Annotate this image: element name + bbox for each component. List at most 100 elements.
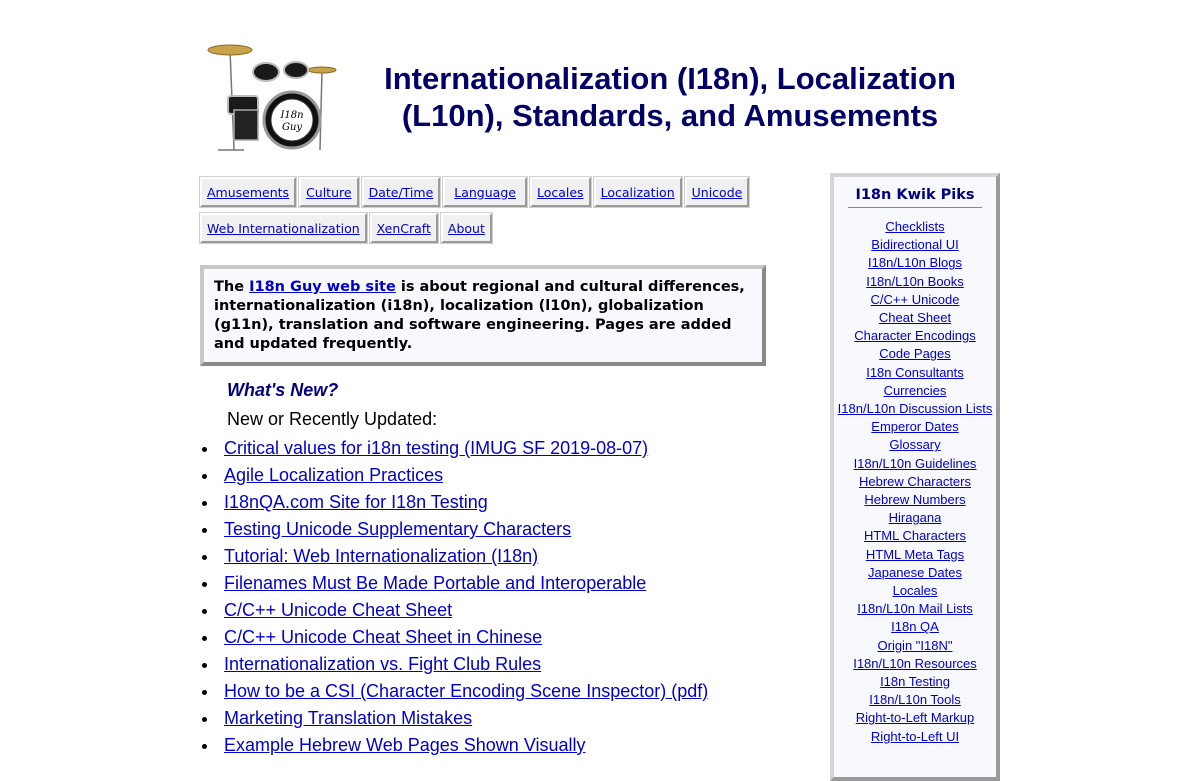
sidebar-item: Right-to-Left Markup bbox=[834, 709, 996, 727]
list-item: I18nQA.com Site for I18n Testing bbox=[202, 490, 708, 517]
sidebar-link[interactable]: I18n QA bbox=[891, 619, 939, 634]
sidebar-link[interactable]: I18n/L10n Resources bbox=[853, 656, 977, 671]
drum-kit-logo[interactable]: I18n Guy bbox=[204, 40, 338, 154]
nav-web-internationalization[interactable]: Web Internationalization bbox=[199, 212, 368, 244]
news-link[interactable]: I18nQA.com Site for I18n Testing bbox=[224, 492, 488, 512]
sidebar-item: HTML Characters bbox=[834, 527, 996, 545]
news-link[interactable]: Filenames Must Be Made Portable and Inte… bbox=[224, 573, 646, 593]
sidebar-link[interactable]: Currencies bbox=[884, 383, 947, 398]
sidebar-link[interactable]: I18n Testing bbox=[880, 674, 950, 689]
bullet-icon bbox=[202, 663, 207, 668]
sidebar-link[interactable]: Character Encodings bbox=[854, 328, 975, 343]
intro-box: The I18n Guy web site is about regional … bbox=[200, 265, 766, 366]
list-item: Internationalization vs. Fight Club Rule… bbox=[202, 652, 708, 679]
list-item: Tutorial: Web Internationalization (I18n… bbox=[202, 544, 708, 571]
bullet-icon bbox=[202, 609, 207, 614]
sidebar-link-list: Checklists Bidirectional UI I18n/L10n Bl… bbox=[834, 218, 996, 746]
sidebar-link[interactable]: I18n/L10n Mail Lists bbox=[857, 601, 973, 616]
nav-amusements[interactable]: Amusements bbox=[198, 176, 298, 208]
sidebar-link[interactable]: Bidirectional UI bbox=[871, 237, 958, 252]
sidebar-link[interactable]: I18n Consultants bbox=[866, 365, 964, 380]
sidebar-title: I18n Kwik Piks bbox=[848, 187, 982, 208]
sidebar-link[interactable]: I18n/L10n Discussion Lists bbox=[838, 401, 993, 416]
sidebar-item: I18n Consultants bbox=[834, 364, 996, 382]
nav-unicode[interactable]: Unicode bbox=[683, 176, 751, 208]
sidebar-link[interactable]: I18n/L10n Books bbox=[866, 274, 964, 289]
page-title: Internationalization (I18n), Localizatio… bbox=[384, 61, 956, 133]
sidebar-item: HTML Meta Tags bbox=[834, 546, 996, 564]
news-link[interactable]: Internationalization vs. Fight Club Rule… bbox=[224, 654, 541, 674]
nav-bar-row-2: Web Internationalization XenCraft About bbox=[199, 212, 493, 244]
svg-text:Guy: Guy bbox=[282, 122, 302, 133]
bullet-icon bbox=[202, 582, 207, 587]
bullet-icon bbox=[202, 744, 207, 749]
news-link[interactable]: Agile Localization Practices bbox=[224, 465, 443, 485]
sidebar-link[interactable]: Hiragana bbox=[889, 510, 942, 525]
nav-about[interactable]: About bbox=[439, 212, 493, 244]
sidebar-item: Bidirectional UI bbox=[834, 236, 996, 254]
sidebar-link[interactable]: I18n/L10n Guidelines bbox=[854, 456, 977, 471]
bullet-icon bbox=[202, 690, 207, 695]
drum-kit-icon: I18n Guy bbox=[207, 44, 337, 151]
news-link[interactable]: Critical values for i18n testing (IMUG S… bbox=[224, 438, 648, 458]
news-link[interactable]: Tutorial: Web Internationalization (I18n… bbox=[224, 546, 538, 566]
news-link[interactable]: Example Hebrew Web Pages Shown Visually bbox=[224, 735, 586, 755]
sidebar-link[interactable]: Hebrew Numbers bbox=[864, 492, 965, 507]
kwik-piks-sidebar: I18n Kwik Piks Checklists Bidirectional … bbox=[830, 173, 1000, 781]
sidebar-link[interactable]: I18n/L10n Tools bbox=[869, 692, 961, 707]
nav-date-time[interactable]: Date/Time bbox=[360, 176, 442, 208]
list-item: Filenames Must Be Made Portable and Inte… bbox=[202, 571, 708, 598]
list-item: Agile Localization Practices bbox=[202, 463, 708, 490]
sidebar-link[interactable]: Right-to-Left Markup bbox=[856, 710, 975, 725]
sidebar-item: I18n/L10n Books bbox=[834, 273, 996, 291]
sidebar-link[interactable]: HTML Meta Tags bbox=[866, 547, 964, 562]
sidebar-link[interactable]: Hebrew Characters bbox=[859, 474, 971, 489]
sidebar-item: Character Encodings bbox=[834, 327, 996, 345]
sidebar-item: I18n/L10n Mail Lists bbox=[834, 600, 996, 618]
sidebar-link[interactable]: Japanese Dates bbox=[868, 565, 962, 580]
sidebar-item: Code Pages bbox=[834, 345, 996, 363]
nav-culture[interactable]: Culture bbox=[298, 176, 360, 208]
sidebar-link[interactable]: I18n/L10n Blogs bbox=[868, 255, 962, 270]
whats-new-heading: What's New? bbox=[227, 380, 339, 400]
sidebar-link[interactable]: Glossary bbox=[889, 437, 940, 452]
sidebar-item: Japanese Dates bbox=[834, 564, 996, 582]
news-link[interactable]: C/C++ Unicode Cheat Sheet in Chinese bbox=[224, 627, 542, 647]
sidebar-link[interactable]: Locales bbox=[893, 583, 938, 598]
nav-xencraft[interactable]: XenCraft bbox=[368, 212, 439, 244]
recently-updated-label: New or Recently Updated: bbox=[227, 409, 438, 429]
list-item: Critical values for i18n testing (IMUG S… bbox=[202, 436, 708, 463]
sidebar-item: Glossary bbox=[834, 436, 996, 454]
sidebar-link[interactable]: Code Pages bbox=[879, 346, 951, 361]
sidebar-item: Hebrew Numbers bbox=[834, 491, 996, 509]
bullet-icon bbox=[202, 636, 207, 641]
news-link[interactable]: How to be a CSI (Character Encoding Scen… bbox=[224, 681, 708, 701]
nav-language[interactable]: Language bbox=[442, 176, 528, 208]
sidebar-item: I18n Testing bbox=[834, 673, 996, 691]
sidebar-item: I18n/L10n Tools bbox=[834, 691, 996, 709]
sidebar-link[interactable]: C/C++ Unicode Cheat Sheet bbox=[871, 292, 960, 325]
sidebar-item: Right-to-Left UI bbox=[834, 728, 996, 746]
news-link[interactable]: C/C++ Unicode Cheat Sheet bbox=[224, 600, 452, 620]
sidebar-item: I18n/L10n Blogs bbox=[834, 254, 996, 272]
bullet-icon bbox=[202, 717, 207, 722]
bullet-icon bbox=[202, 447, 207, 452]
sidebar-item: Origin "I18N" bbox=[834, 637, 996, 655]
list-item: Testing Unicode Supplementary Characters bbox=[202, 517, 708, 544]
intro-prefix: The bbox=[214, 279, 250, 295]
list-item: How to be a CSI (Character Encoding Scen… bbox=[202, 679, 708, 706]
sidebar-link[interactable]: Right-to-Left UI bbox=[871, 729, 959, 744]
sidebar-link[interactable]: Checklists bbox=[885, 219, 944, 234]
sidebar-link[interactable]: Emperor Dates bbox=[871, 419, 958, 434]
sidebar-item: C/C++ Unicode Cheat Sheet bbox=[834, 291, 996, 327]
news-link[interactable]: Marketing Translation Mistakes bbox=[224, 708, 472, 728]
sidebar-item: Hiragana bbox=[834, 509, 996, 527]
nav-localization[interactable]: Localization bbox=[592, 176, 683, 208]
news-link[interactable]: Testing Unicode Supplementary Characters bbox=[224, 519, 571, 539]
sidebar-link[interactable]: Origin "I18N" bbox=[878, 638, 953, 653]
list-item: C/C++ Unicode Cheat Sheet in Chinese bbox=[202, 625, 708, 652]
list-item: Marketing Translation Mistakes bbox=[202, 706, 708, 733]
sidebar-link[interactable]: HTML Characters bbox=[864, 528, 966, 543]
nav-locales[interactable]: Locales bbox=[528, 176, 592, 208]
intro-site-link[interactable]: I18n Guy web site bbox=[249, 279, 396, 295]
